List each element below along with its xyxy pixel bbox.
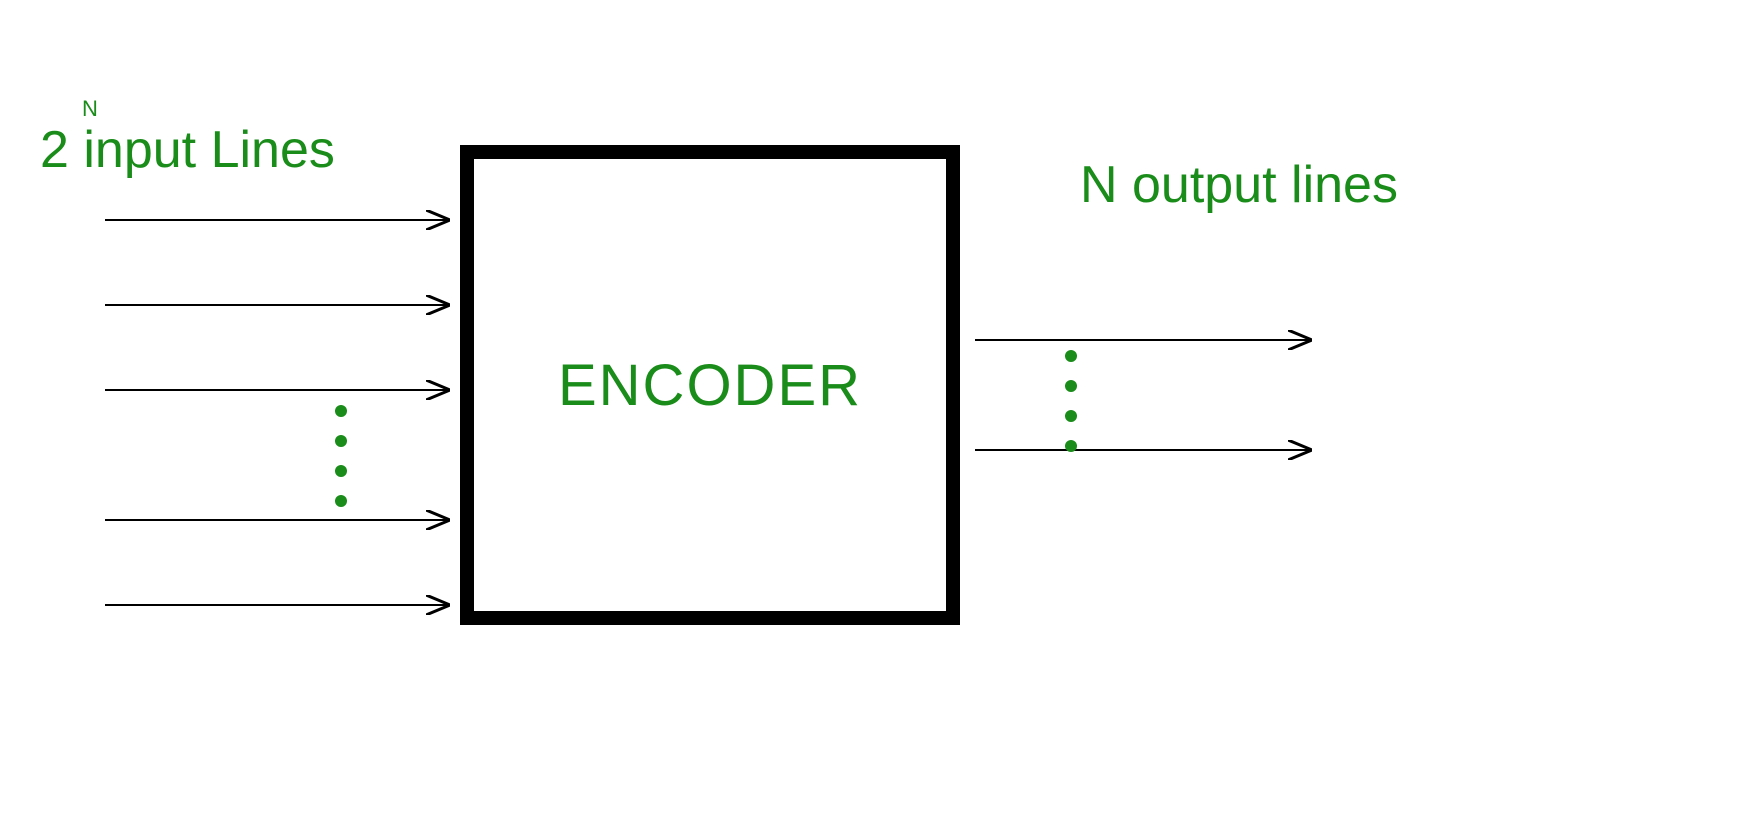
dot-icon	[1065, 350, 1077, 362]
dot-icon	[1065, 380, 1077, 392]
input-base: 2 N	[40, 120, 69, 180]
dot-icon	[335, 405, 347, 417]
dot-icon	[1065, 410, 1077, 422]
output-ellipsis-dots	[1065, 350, 1077, 452]
dot-icon	[335, 435, 347, 447]
input-ellipsis-dots	[335, 405, 347, 507]
dot-icon	[335, 495, 347, 507]
input-exponent: N	[82, 96, 98, 122]
output-lines-label: N output lines	[1080, 155, 1398, 215]
dot-icon	[1065, 440, 1077, 452]
input-lines-label: 2 N input Lines	[40, 120, 335, 180]
dot-icon	[335, 465, 347, 477]
input-rest: input Lines	[69, 121, 335, 179]
encoder-box-label: ENCODER	[558, 352, 862, 419]
encoder-box: ENCODER	[460, 145, 960, 625]
